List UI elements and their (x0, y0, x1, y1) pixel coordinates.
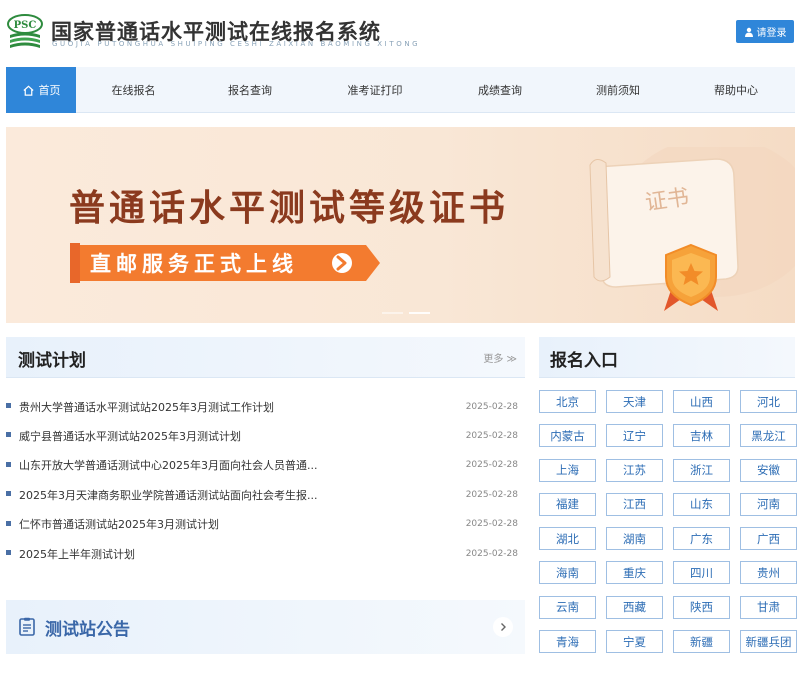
bullet-icon (6, 491, 11, 497)
nav-register-query[interactable]: 报名查询 (191, 67, 309, 113)
test-plan-item[interactable]: 威宁县普通话水平测试站2025年3月测试计划 2025-02-28 (6, 421, 525, 450)
registration-entry-title: 报名入口 (550, 351, 618, 371)
region-button[interactable]: 广西 (740, 527, 797, 551)
region-button[interactable]: 浙江 (673, 458, 730, 482)
region-button[interactable]: 甘肃 (740, 595, 797, 619)
test-plan-item[interactable]: 贵州大学普通话水平测试站2025年3月测试工作计划 2025-02-28 (6, 392, 525, 421)
bullet-icon (6, 520, 11, 526)
test-plan-item-date: 2025-02-28 (465, 519, 518, 530)
region-button[interactable]: 西藏 (606, 595, 663, 619)
test-plan-item-title[interactable]: 威宁县普通话水平测试站2025年3月测试计划 (19, 428, 349, 444)
region-button[interactable]: 河南 (740, 492, 797, 516)
region-button[interactable]: 湖北 (539, 527, 596, 551)
nav-pretest-notice[interactable]: 测前须知 (559, 67, 677, 113)
test-plan-item-title[interactable]: 2025年上半年测试计划 (19, 546, 349, 562)
region-button[interactable]: 新疆 (673, 630, 730, 654)
test-plan-item[interactable]: 2025年3月天津商务职业学院普通话测试站面向社会考生报... 2025-02-2… (6, 480, 525, 509)
region-button[interactable]: 辽宁 (606, 424, 663, 448)
login-label: 请登录 (756, 28, 787, 39)
slider-dot[interactable] (409, 312, 430, 314)
region-button[interactable]: 山西 (673, 390, 730, 413)
region-button[interactable]: 四川 (673, 561, 730, 585)
region-button[interactable]: 江苏 (606, 458, 663, 482)
test-plan-more-link[interactable]: 更多 ≫ (483, 350, 517, 365)
station-notice-bar[interactable]: 测试站公告 (6, 600, 525, 654)
banner-ribbon-text: 直邮服务正式上线 (90, 252, 298, 276)
registration-entry-panel: 报名入口 北京 天津 山西 河北 内蒙古 辽宁 吉林 黑龙江 上海 江苏 浙江 … (539, 337, 797, 667)
nav-score-query[interactable]: 成绩查询 (441, 67, 559, 113)
test-plan-item[interactable]: 2025年上半年测试计划 2025-02-28 (6, 539, 525, 568)
bullet-icon (6, 403, 11, 408)
region-button[interactable]: 湖南 (606, 527, 663, 551)
test-plan-item-date: 2025-02-28 (465, 401, 518, 412)
banner-title: 普通话水平测试等级证书 (69, 187, 510, 229)
region-button[interactable]: 北京 (539, 390, 596, 413)
region-button[interactable]: 贵州 (740, 561, 797, 585)
bullet-icon (6, 461, 11, 467)
bullet-icon (6, 432, 11, 438)
test-plan-header: 测试计划 更多 ≫ (6, 337, 525, 378)
station-notice-title: 测试站公告 (45, 620, 130, 640)
nav-online-register[interactable]: 在线报名 (76, 67, 191, 113)
nav-home-label: 首页 (38, 84, 61, 97)
test-plan-item-title[interactable]: 山东开放大学普通话测试中心2025年3月面向社会人员普通... (19, 457, 349, 473)
region-button[interactable]: 青海 (539, 630, 596, 654)
test-plan-item-title[interactable]: 仁怀市普通话测试站2025年3月测试计划 (19, 516, 349, 532)
logo-text: PSC (14, 20, 37, 31)
main-nav: 首页 在线报名 报名查询 准考证打印 成绩查询 测前须知 帮助中心 (6, 67, 795, 113)
nav-admission-print[interactable]: 准考证打印 (309, 67, 441, 113)
region-button[interactable]: 海南 (539, 561, 596, 585)
test-plan-item-date: 2025-02-28 (465, 431, 518, 442)
region-button[interactable]: 吉林 (673, 424, 730, 448)
user-icon (744, 27, 753, 37)
test-plan-list: 贵州大学普通话水平测试站2025年3月测试工作计划 2025-02-28 威宁县普… (6, 392, 525, 568)
login-button[interactable]: 请登录 (736, 20, 794, 43)
region-button[interactable]: 重庆 (606, 561, 663, 585)
region-button[interactable]: 内蒙古 (539, 424, 596, 448)
region-button[interactable]: 云南 (539, 595, 596, 619)
slider-dot[interactable] (382, 312, 403, 314)
test-plan-item[interactable]: 山东开放大学普通话测试中心2025年3月面向社会人员普通... 2025-02-2… (6, 451, 525, 480)
certificate-scroll-illustration: 证书 (589, 147, 795, 311)
banner-slider-dots[interactable] (382, 312, 430, 314)
test-plan-title: 测试计划 (18, 351, 86, 371)
certificate-banner[interactable]: 证书 普通话水平测试等级证书 直邮服务正式上线 (6, 127, 795, 323)
test-plan-item-title[interactable]: 2025年3月天津商务职业学院普通话测试站面向社会考生报... (19, 487, 349, 503)
region-button[interactable]: 河北 (740, 390, 797, 413)
bullet-icon (6, 549, 11, 555)
psc-logo-icon[interactable]: PSC (6, 13, 44, 51)
test-plan-item-title[interactable]: 贵州大学普通话水平测试站2025年3月测试工作计划 (19, 399, 349, 415)
region-button[interactable]: 天津 (606, 390, 663, 413)
site-subtitle: GUOJIA PUTONGHUA SHUIPING CESHI ZAIXIAN … (52, 40, 421, 48)
region-button[interactable]: 上海 (539, 458, 596, 482)
test-plan-item[interactable]: 仁怀市普通话测试站2025年3月测试计划 2025-02-28 (6, 510, 525, 539)
region-button[interactable]: 江西 (606, 492, 663, 516)
region-button[interactable]: 广东 (673, 527, 730, 551)
document-icon (19, 617, 35, 636)
region-button[interactable]: 黑龙江 (740, 424, 797, 448)
region-grid: 北京 天津 山西 河北 内蒙古 辽宁 吉林 黑龙江 上海 江苏 浙江 安徽 福建… (539, 390, 797, 654)
region-button[interactable]: 福建 (539, 492, 596, 516)
region-button[interactable]: 宁夏 (606, 630, 663, 654)
registration-entry-header: 报名入口 (539, 337, 795, 378)
nav-home[interactable]: 首页 (6, 67, 76, 113)
region-button[interactable]: 新疆兵团 (740, 630, 797, 654)
region-button[interactable]: 陕西 (673, 595, 730, 619)
site-header: PSC 国家普通话水平测试在线报名系统 GUOJIA PUTONGHUA SHU… (0, 0, 800, 64)
test-plan-item-date: 2025-02-28 (465, 460, 518, 471)
home-icon (22, 85, 34, 96)
test-plan-item-date: 2025-02-28 (465, 489, 518, 500)
nav-help-center[interactable]: 帮助中心 (677, 67, 795, 113)
region-button[interactable]: 安徽 (740, 458, 797, 482)
chevron-right-icon (501, 623, 506, 631)
test-plan-item-date: 2025-02-28 (465, 548, 518, 559)
test-plan-panel: 测试计划 更多 ≫ 贵州大学普通话水平测试站2025年3月测试工作计划 2025-… (6, 337, 525, 587)
notice-arrow-button[interactable] (493, 617, 513, 637)
region-button[interactable]: 山东 (673, 492, 730, 516)
